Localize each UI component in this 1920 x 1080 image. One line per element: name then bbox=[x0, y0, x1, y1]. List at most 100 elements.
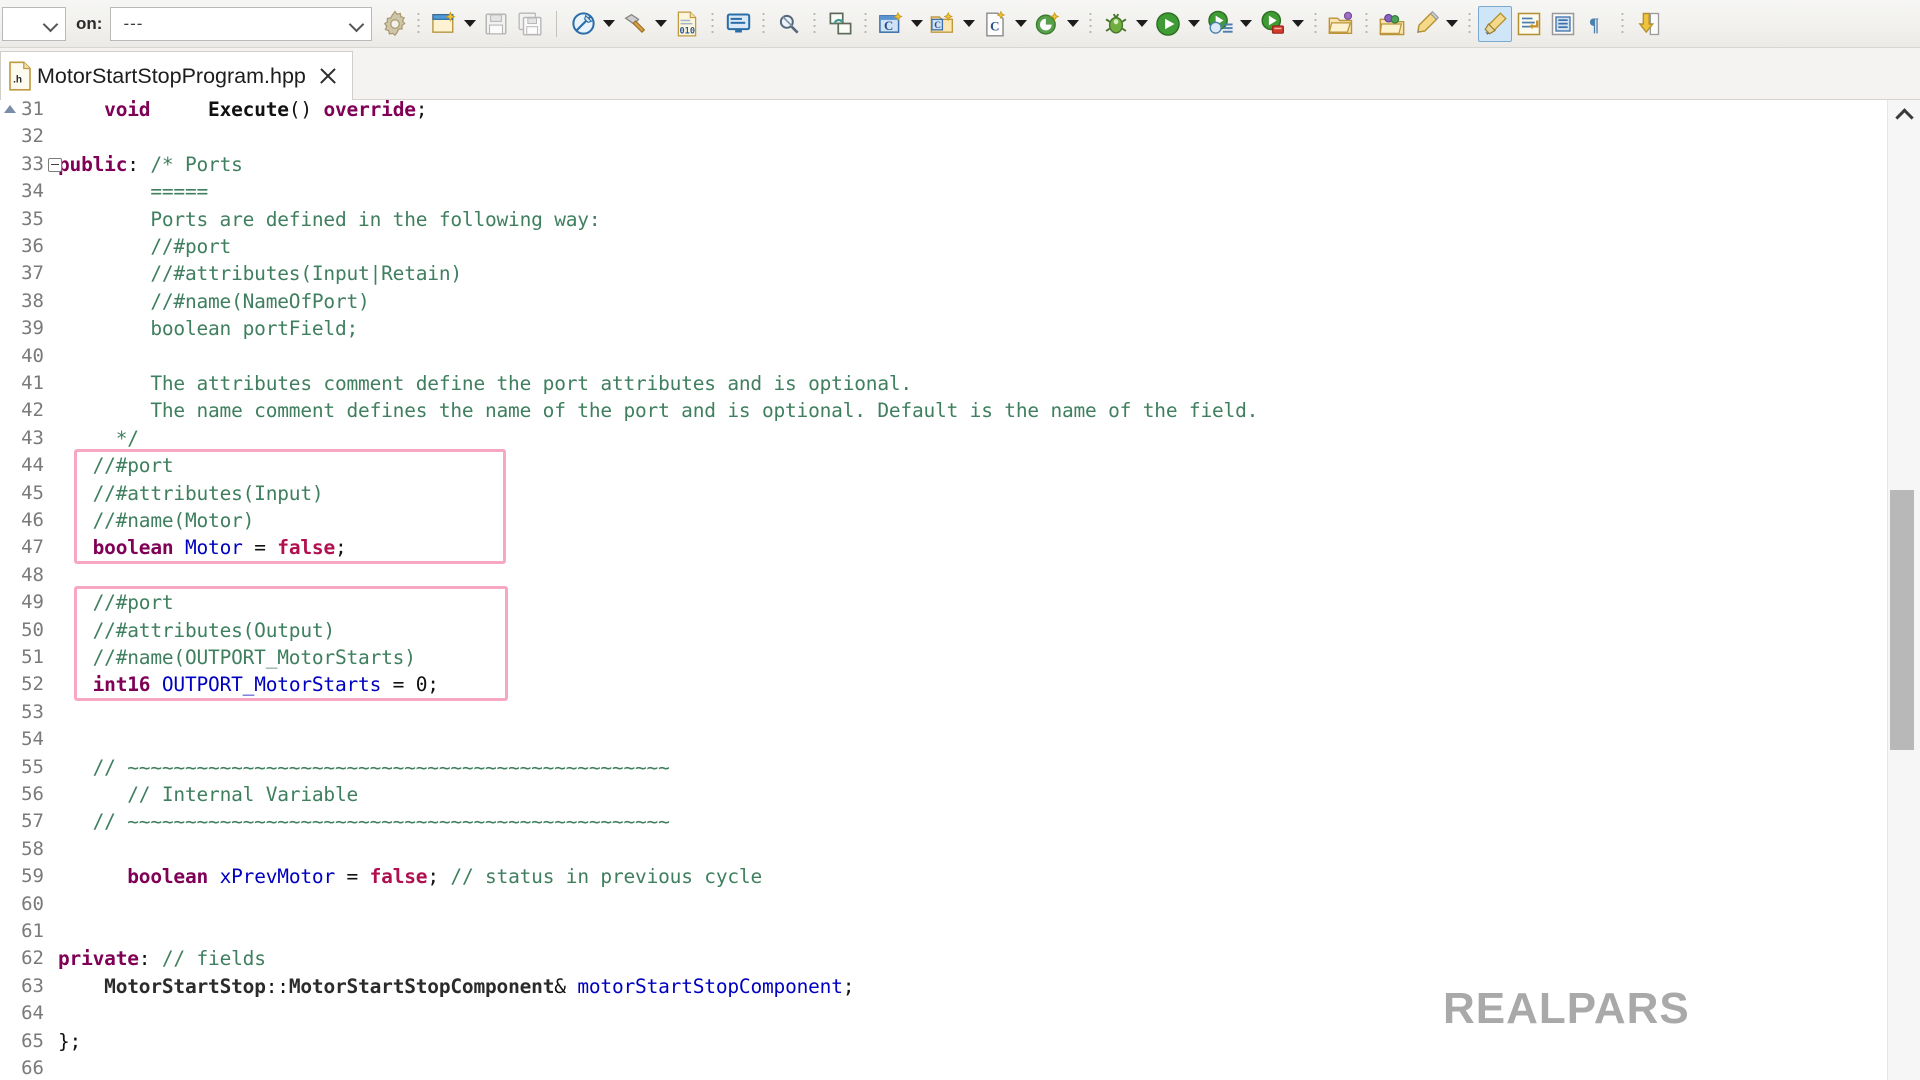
code-line[interactable]: //#name(Motor) bbox=[58, 507, 254, 534]
run-dropdown[interactable] bbox=[1185, 6, 1203, 42]
code-line[interactable] bbox=[58, 726, 70, 753]
code-line[interactable] bbox=[58, 1000, 70, 1027]
editor-tab-strip: .h MotorStartStopProgram.hpp bbox=[0, 48, 1920, 100]
line-number: 36 bbox=[0, 233, 44, 260]
line-number: 32 bbox=[0, 123, 44, 150]
new-c-file-button[interactable]: C bbox=[978, 6, 1012, 42]
code-line[interactable]: Ports are defined in the following way: bbox=[58, 206, 600, 233]
code-line[interactable]: // ~~~~~~~~~~~~~~~~~~~~~~~~~~~~~~~~~~~~~… bbox=[58, 808, 670, 835]
block-selection-button[interactable] bbox=[1546, 6, 1580, 42]
brush-button[interactable] bbox=[1478, 6, 1512, 42]
code-line[interactable]: //#attributes(Output) bbox=[58, 617, 335, 644]
fold-collapse-icon[interactable] bbox=[48, 158, 62, 172]
code-line[interactable] bbox=[58, 836, 70, 863]
line-number: 59 bbox=[0, 863, 44, 890]
save-all-button[interactable] bbox=[513, 6, 547, 42]
code-line[interactable]: The name comment defines the name of the… bbox=[58, 397, 1258, 424]
new-class-button[interactable] bbox=[1030, 6, 1064, 42]
code-line[interactable]: void Execute() override; bbox=[58, 100, 427, 123]
code-line[interactable]: private: // fields bbox=[58, 945, 266, 972]
svg-text:C: C bbox=[935, 21, 942, 31]
build-dropdown[interactable] bbox=[652, 6, 670, 42]
perspective-combo[interactable] bbox=[2, 7, 66, 41]
wrap-lines-button[interactable] bbox=[1512, 6, 1546, 42]
line-number: 57 bbox=[0, 808, 44, 835]
line-number: 33 bbox=[0, 151, 44, 178]
console-button[interactable] bbox=[721, 6, 755, 42]
binary-file-button[interactable]: 010 bbox=[670, 6, 704, 42]
new-class-dropdown[interactable] bbox=[1064, 6, 1082, 42]
code-line[interactable]: public: /* Ports bbox=[58, 151, 243, 178]
line-number: 52 bbox=[0, 671, 44, 698]
code-line[interactable] bbox=[58, 891, 70, 918]
line-number: 44 bbox=[0, 452, 44, 479]
run-configurations-dropdown[interactable] bbox=[1237, 6, 1255, 42]
code-line[interactable]: boolean portField; bbox=[58, 315, 358, 342]
code-line[interactable]: //#attributes(Input|Retain) bbox=[58, 260, 462, 287]
line-number: 38 bbox=[0, 288, 44, 315]
line-number: 50 bbox=[0, 617, 44, 644]
tab-motorstartstopprogram-hpp[interactable]: .h MotorStartStopProgram.hpp bbox=[0, 51, 353, 100]
colors-button[interactable] bbox=[1375, 6, 1409, 42]
line-number: 48 bbox=[0, 562, 44, 589]
build-button[interactable] bbox=[618, 6, 652, 42]
on-label: on: bbox=[76, 14, 102, 34]
stop-button[interactable] bbox=[1255, 6, 1289, 42]
close-icon[interactable] bbox=[316, 64, 340, 88]
target-combo[interactable]: --- bbox=[110, 7, 372, 41]
vertical-scrollbar[interactable] bbox=[1887, 100, 1920, 1080]
new-c-folder-dropdown[interactable] bbox=[960, 6, 978, 42]
code-line[interactable]: ===== bbox=[58, 178, 208, 205]
new-wizard-dropdown[interactable] bbox=[461, 6, 479, 42]
code-line[interactable]: //#port bbox=[58, 452, 173, 479]
new-c-project-dropdown[interactable] bbox=[908, 6, 926, 42]
code-line[interactable]: //#port bbox=[58, 589, 173, 616]
debug-dropdown[interactable] bbox=[1133, 6, 1151, 42]
code-line[interactable] bbox=[58, 562, 70, 589]
code-line[interactable] bbox=[58, 918, 70, 945]
line-number: 56 bbox=[0, 781, 44, 808]
new-c-folder-button[interactable]: C bbox=[926, 6, 960, 42]
code-line[interactable]: // Internal Variable bbox=[58, 781, 358, 808]
code-line[interactable]: int16 OUTPORT_MotorStarts = 0; bbox=[58, 671, 439, 698]
code-line[interactable] bbox=[58, 123, 70, 150]
code-line[interactable]: //#attributes(Input) bbox=[58, 480, 323, 507]
search-button[interactable] bbox=[772, 6, 806, 42]
code-editor[interactable]: 3132333435363738394041424344454647484950… bbox=[0, 100, 1920, 1080]
code-line[interactable]: */ bbox=[58, 425, 139, 452]
pencil-dropdown[interactable] bbox=[1443, 6, 1461, 42]
chevron-up-icon[interactable] bbox=[1888, 100, 1920, 126]
code-line[interactable]: //#name(OUTPORT_MotorStarts) bbox=[58, 644, 416, 671]
run-configurations-button[interactable] bbox=[1203, 6, 1237, 42]
svg-text:¶: ¶ bbox=[1589, 15, 1599, 36]
scrollbar-thumb[interactable] bbox=[1890, 490, 1914, 750]
new-c-file-dropdown[interactable] bbox=[1012, 6, 1030, 42]
code-line[interactable]: }; bbox=[58, 1028, 81, 1055]
pilcrow-icon[interactable]: ¶ bbox=[1580, 6, 1614, 42]
code-content[interactable]: void Execute() override; public: /* Port… bbox=[58, 100, 1888, 1080]
link-button[interactable] bbox=[823, 6, 857, 42]
pencil-button[interactable] bbox=[1409, 6, 1443, 42]
code-line[interactable]: The attributes comment define the port a… bbox=[58, 370, 912, 397]
skip-all-breakpoints-dropdown[interactable] bbox=[600, 6, 618, 42]
code-line[interactable]: boolean xPrevMotor = false; // status in… bbox=[58, 863, 762, 890]
new-c-project-button[interactable]: C bbox=[874, 6, 908, 42]
code-line[interactable] bbox=[58, 1055, 70, 1080]
new-wizard-button[interactable] bbox=[427, 6, 461, 42]
line-number: 66 bbox=[0, 1055, 44, 1080]
gear-icon[interactable] bbox=[380, 9, 410, 39]
debug-button[interactable] bbox=[1099, 6, 1133, 42]
code-line[interactable]: // ~~~~~~~~~~~~~~~~~~~~~~~~~~~~~~~~~~~~~… bbox=[58, 754, 670, 781]
skip-all-breakpoints-button[interactable] bbox=[566, 6, 600, 42]
code-line[interactable]: MotorStartStop::MotorStartStopComponent&… bbox=[58, 973, 854, 1000]
code-line[interactable]: //#name(NameOfPort) bbox=[58, 288, 370, 315]
code-line[interactable]: //#port bbox=[58, 233, 231, 260]
save-button[interactable] bbox=[479, 6, 513, 42]
toolbar-separator bbox=[1468, 11, 1471, 37]
code-line[interactable]: boolean Motor = false; bbox=[58, 534, 347, 561]
run-button[interactable] bbox=[1151, 6, 1185, 42]
code-line[interactable] bbox=[58, 699, 70, 726]
stop-dropdown[interactable] bbox=[1289, 6, 1307, 42]
open-resource-button[interactable] bbox=[1324, 6, 1358, 42]
download-button[interactable] bbox=[1631, 6, 1665, 42]
